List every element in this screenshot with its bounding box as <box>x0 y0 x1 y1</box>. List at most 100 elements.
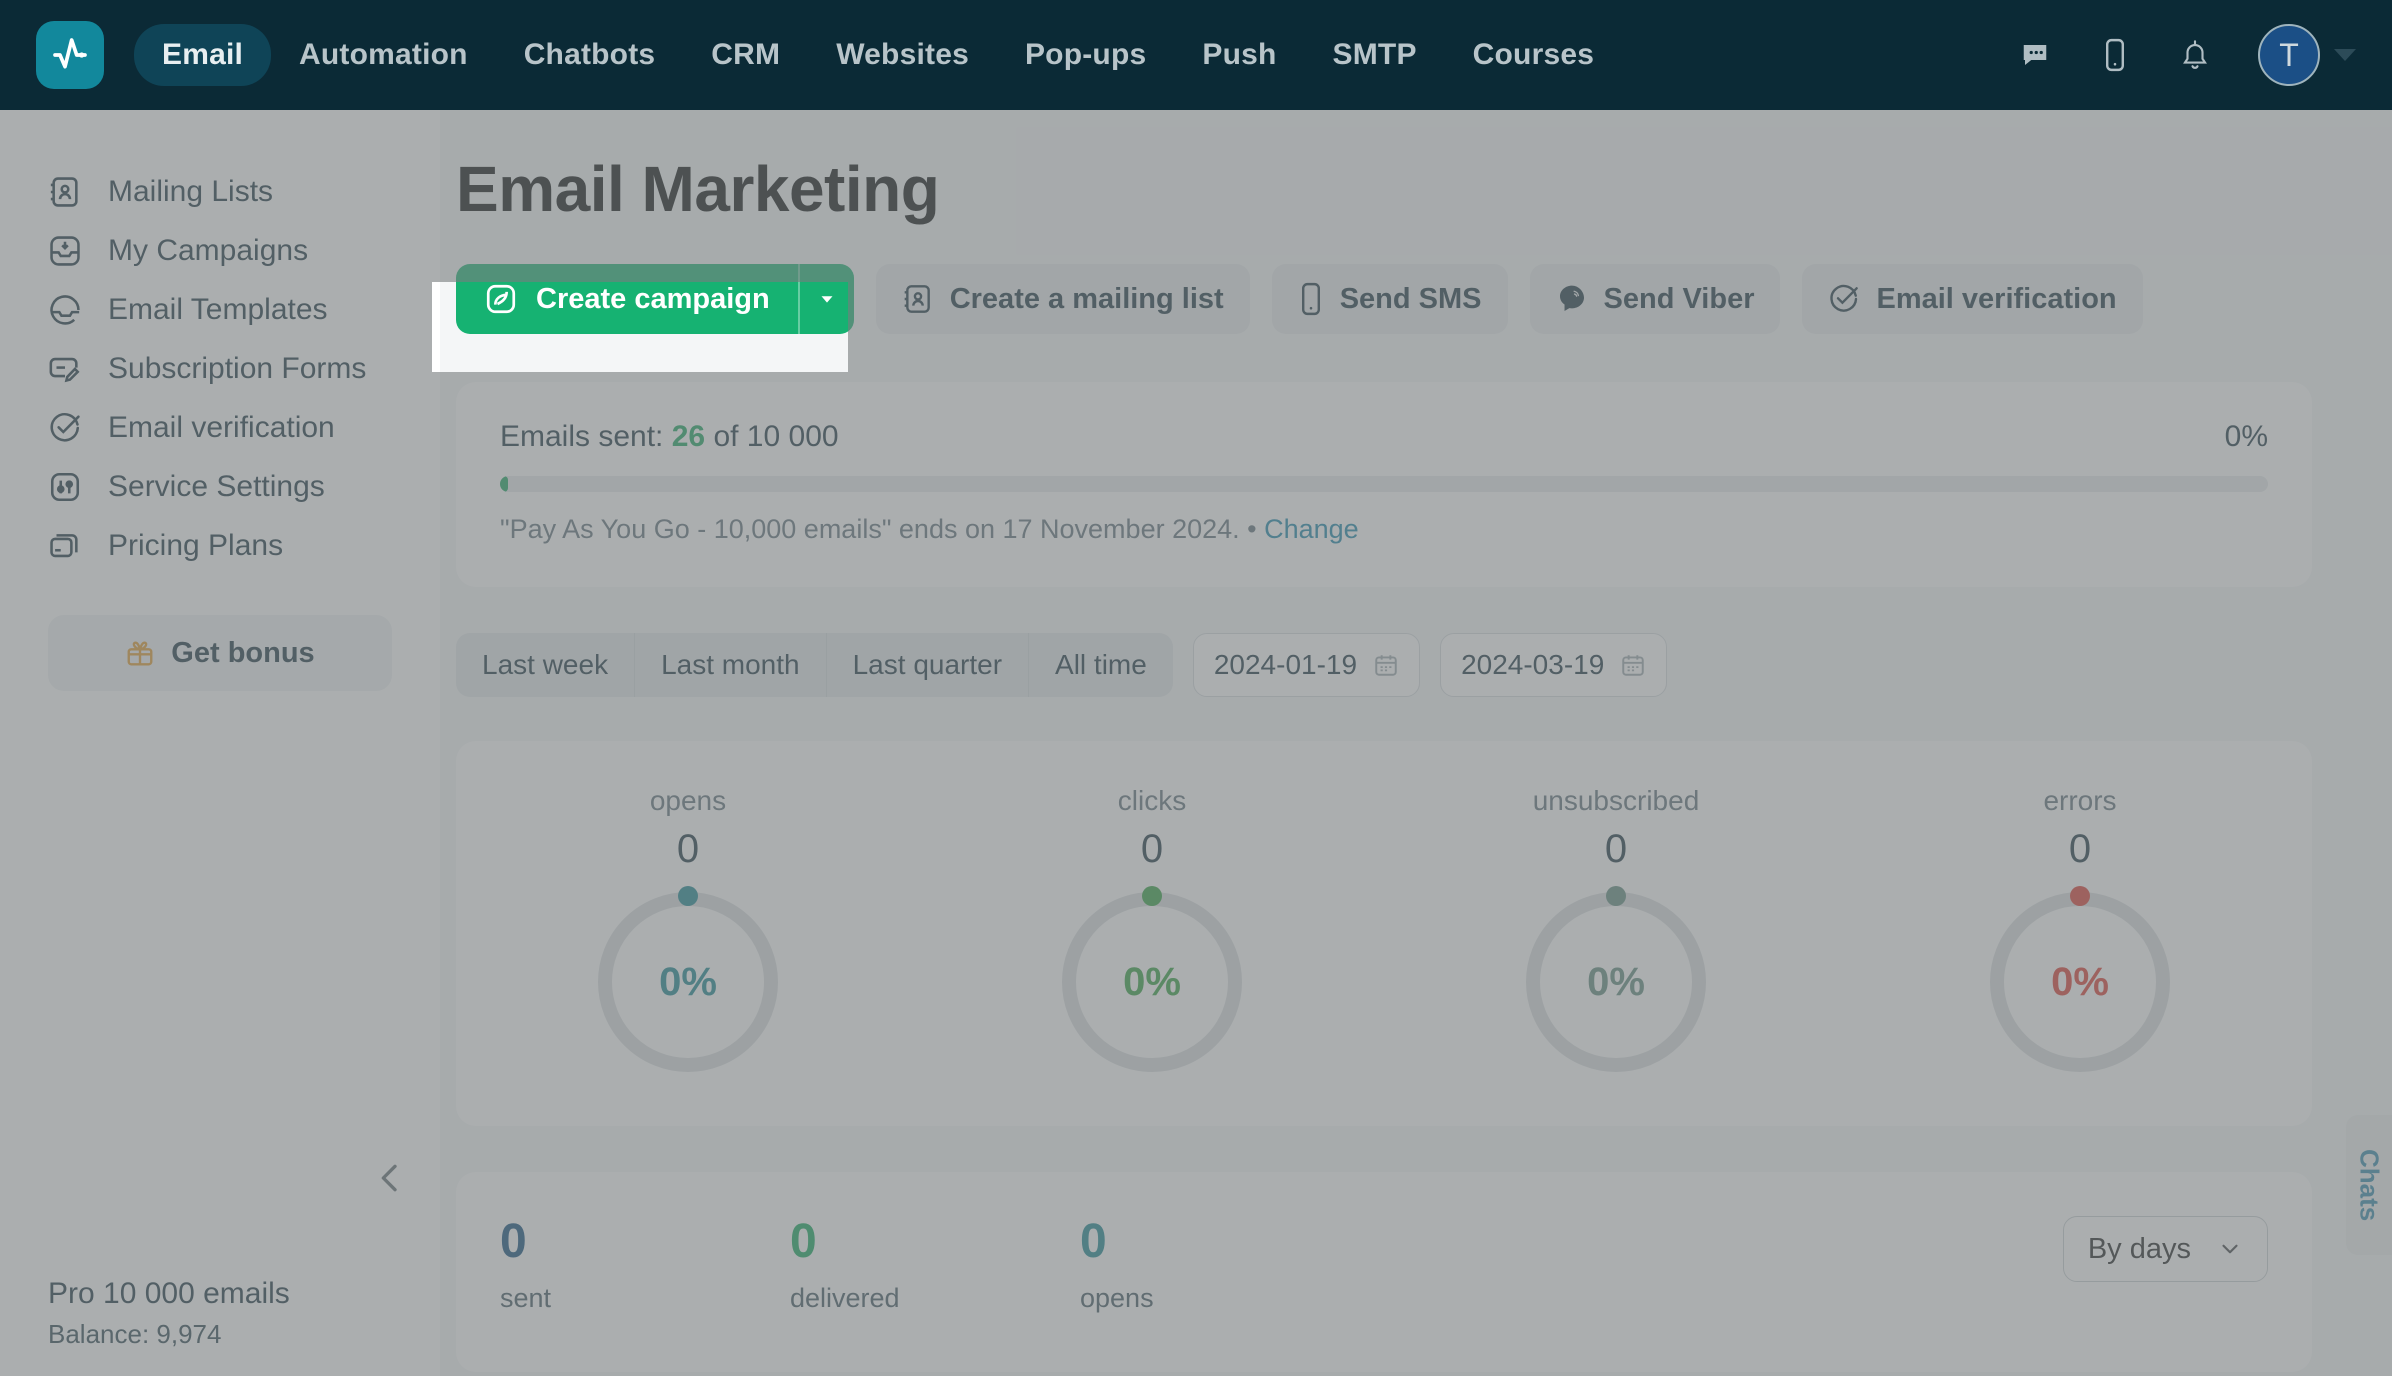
donut-count: 0 <box>2069 827 2091 872</box>
nav-item-chatbots[interactable]: Chatbots <box>496 24 684 86</box>
nav-item-websites[interactable]: Websites <box>808 24 997 86</box>
range-last-month[interactable]: Last month <box>635 633 827 697</box>
date-to-input[interactable]: 2024-03-19 <box>1440 633 1667 697</box>
mobile-phone-icon <box>1298 282 1324 316</box>
quota-percent: 0% <box>2225 420 2268 454</box>
stat-label: delivered <box>790 1283 1080 1314</box>
create-campaign-dropdown-toggle[interactable] <box>798 264 854 334</box>
donut-chart: 0% <box>1526 892 1706 1072</box>
account-menu[interactable]: T <box>2258 24 2356 86</box>
quota-suffix: of 10 000 <box>713 420 838 453</box>
mobile-phone-icon[interactable] <box>2098 35 2132 75</box>
sidebar-item-pricing-plans[interactable]: Pricing Plans <box>0 516 440 575</box>
range-segmented-control: Last week Last month Last quarter All ti… <box>456 633 1173 697</box>
stat-value: 0 <box>500 1216 790 1269</box>
gift-icon <box>125 638 155 668</box>
nav-item-courses[interactable]: Courses <box>1445 24 1622 86</box>
sidebar-item-mailing-lists[interactable]: Mailing Lists <box>0 162 440 221</box>
email-verification-button[interactable]: Email verification <box>1802 264 2142 334</box>
chats-tab[interactable]: Chats <box>2346 1115 2392 1255</box>
create-mailing-list-button[interactable]: Create a mailing list <box>876 264 1250 334</box>
template-icon <box>48 293 82 327</box>
viber-icon <box>1556 283 1588 315</box>
quota-count: 26 <box>672 420 705 453</box>
button-label: Send Viber <box>1604 283 1755 316</box>
stat-label: sent <box>500 1283 790 1314</box>
avatar-initial: T <box>2279 37 2299 74</box>
sidebar-item-subscription-forms[interactable]: Subscription Forms <box>0 339 440 398</box>
calendar-icon <box>1373 652 1399 678</box>
quota-note: "Pay As You Go - 10,000 emails" ends on … <box>500 514 2268 545</box>
sidebar: Mailing Lists My Campaigns Email Templat… <box>0 110 440 1376</box>
sidebar-item-service-settings[interactable]: Service Settings <box>0 457 440 516</box>
get-bonus-button[interactable]: Get bonus <box>48 615 392 691</box>
calendar-icon <box>1620 652 1646 678</box>
app-root: Email Automation Chatbots CRM Websites P… <box>0 0 2392 1376</box>
nav-label: Pop-ups <box>1025 38 1146 71</box>
donut-count: 0 <box>677 827 699 872</box>
sidebar-item-email-templates[interactable]: Email Templates <box>0 280 440 339</box>
chat-bubble-icon[interactable] <box>2018 35 2052 75</box>
nav-label: Email <box>162 38 243 71</box>
inbox-arrow-icon <box>48 234 82 268</box>
nav-item-popups[interactable]: Pop-ups <box>997 24 1174 86</box>
donut-unsubscribed: unsubscribed 0 0% <box>1384 785 1848 1072</box>
avatar[interactable]: T <box>2258 24 2320 86</box>
nav-items: Email Automation Chatbots CRM Websites P… <box>134 24 1622 86</box>
donut-label: errors <box>2043 785 2116 817</box>
range-label: Last week <box>482 649 608 681</box>
range-last-week[interactable]: Last week <box>456 633 635 697</box>
date-from-input[interactable]: 2024-01-19 <box>1193 633 1420 697</box>
donut-count: 0 <box>1141 827 1163 872</box>
quota-note-text: "Pay As You Go - 10,000 emails" ends on … <box>500 514 1264 544</box>
range-all-time[interactable]: All time <box>1029 633 1173 697</box>
quota-prefix: Emails sent: <box>500 420 663 453</box>
range-last-quarter[interactable]: Last quarter <box>827 633 1029 697</box>
nav-item-push[interactable]: Push <box>1174 24 1304 86</box>
app-logo[interactable] <box>36 21 104 89</box>
get-bonus-label: Get bonus <box>171 637 314 670</box>
plan-name: Pro 10 000 emails <box>48 1277 290 1311</box>
sidebar-item-label: Email verification <box>108 411 335 445</box>
pulse-logo-icon <box>50 35 90 75</box>
send-viber-button[interactable]: Send Viber <box>1530 264 1781 334</box>
nav-label: Chatbots <box>524 38 656 71</box>
nav-right-group: T <box>2018 24 2356 86</box>
change-plan-link[interactable]: Change <box>1264 514 1359 544</box>
sidebar-item-email-verification[interactable]: Email verification <box>0 398 440 457</box>
top-navbar: Email Automation Chatbots CRM Websites P… <box>0 0 2392 110</box>
group-by-select[interactable]: By days <box>2063 1216 2268 1282</box>
group-by-value: By days <box>2088 1233 2191 1266</box>
donut-percent: 0% <box>598 892 778 1072</box>
quota-text: Emails sent: 26 of 10 000 <box>500 420 839 454</box>
plan-summary: Pro 10 000 emails Balance: 9,974 <box>48 1277 290 1350</box>
metrics-donut-card: opens 0 0% clicks 0 0% <box>456 741 2312 1126</box>
sidebar-item-my-campaigns[interactable]: My Campaigns <box>0 221 440 280</box>
sidebar-item-label: Mailing Lists <box>108 175 273 209</box>
donut-group: opens 0 0% clicks 0 0% <box>456 785 2312 1072</box>
activity-chart-card: 0 sent 0 delivered 0 opens By days <box>456 1172 2312 1372</box>
stat-value: 0 <box>1080 1216 1370 1269</box>
check-circle-icon <box>1828 283 1860 315</box>
activity-summary-row: 0 sent 0 delivered 0 opens By days <box>500 1216 2268 1314</box>
page-title: Email Marketing <box>456 152 2312 226</box>
donut-errors: errors 0 0% <box>1848 785 2312 1072</box>
bell-icon[interactable] <box>2178 35 2212 75</box>
donut-clicks: clicks 0 0% <box>920 785 1384 1072</box>
nav-label: Courses <box>1473 38 1594 71</box>
donut-percent: 0% <box>1990 892 2170 1072</box>
nav-item-smtp[interactable]: SMTP <box>1305 24 1445 86</box>
nav-item-automation[interactable]: Automation <box>271 24 496 86</box>
send-sms-button[interactable]: Send SMS <box>1272 264 1508 334</box>
nav-item-email[interactable]: Email <box>134 24 271 86</box>
sidebar-item-label: Pricing Plans <box>108 529 283 563</box>
nav-label: Automation <box>299 38 468 71</box>
nav-item-crm[interactable]: CRM <box>683 24 808 86</box>
create-campaign-body[interactable]: Create campaign <box>456 264 798 334</box>
range-label: Last month <box>661 649 800 681</box>
date-filter-row: Last week Last month Last quarter All ti… <box>456 633 2312 697</box>
create-campaign-button[interactable]: Create campaign <box>456 264 854 334</box>
chevron-down-icon[interactable] <box>2334 49 2356 61</box>
nav-label: SMTP <box>1333 38 1417 71</box>
chevron-left-icon[interactable] <box>370 1158 410 1198</box>
